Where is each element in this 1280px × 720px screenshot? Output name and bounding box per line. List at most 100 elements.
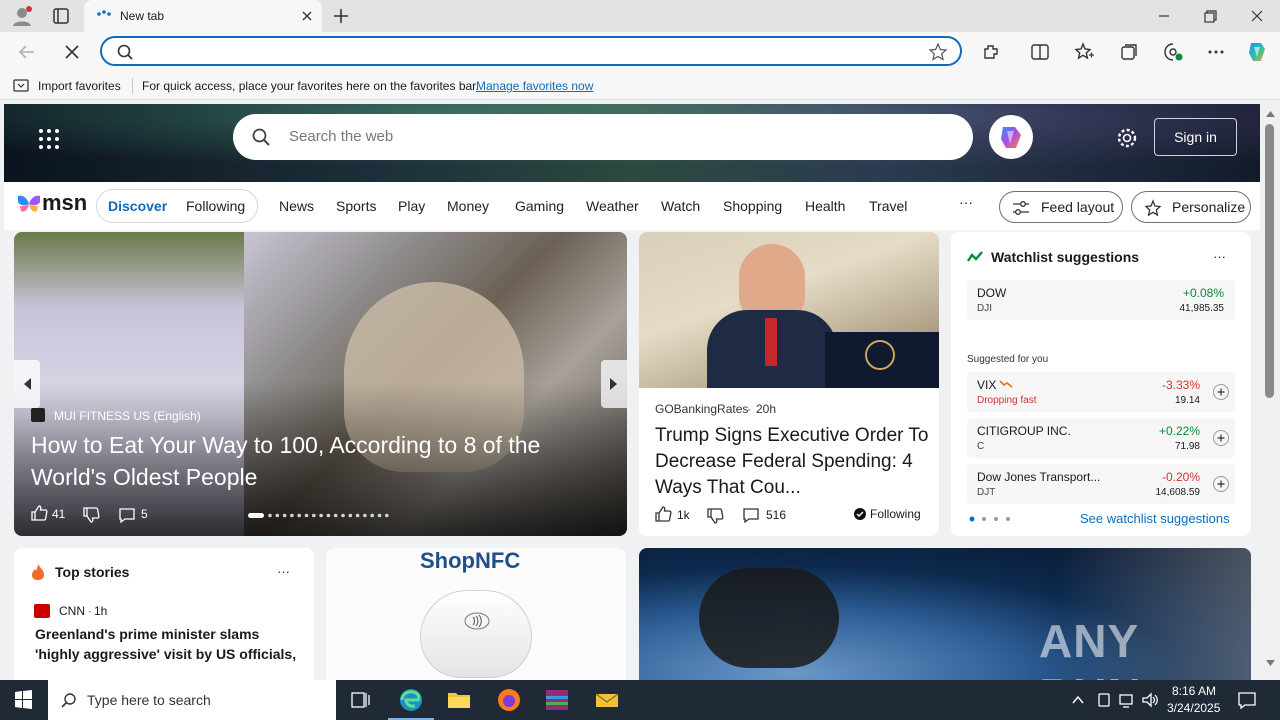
more-options-icon[interactable]	[1205, 41, 1227, 63]
firefox-icon[interactable]	[486, 680, 532, 720]
split-screen-icon[interactable]	[1029, 41, 1051, 63]
page-scrollbar[interactable]	[1261, 100, 1280, 680]
device-icon[interactable]	[1095, 691, 1113, 709]
mail-app-icon[interactable]	[584, 680, 630, 720]
like-icon[interactable]	[30, 504, 48, 522]
workspaces-icon[interactable]	[48, 4, 74, 28]
comment-icon[interactable]	[118, 506, 136, 524]
nav-play[interactable]: Play	[398, 198, 425, 214]
carousel-headline[interactable]: How to Eat Your Way to 100, According to…	[31, 429, 611, 493]
favorite-star-icon[interactable]	[928, 42, 948, 62]
ad-card[interactable]: ShopNFC	[326, 548, 626, 680]
nav-sports[interactable]: Sports	[336, 198, 376, 214]
nav-more-button[interactable]: ···	[959, 194, 973, 210]
stock-row-vix[interactable]: VIX Dropping fast -3.33% 19.14	[967, 372, 1235, 412]
see-watchlist-link[interactable]: See watchlist suggestions	[1080, 511, 1230, 526]
story-source[interactable]: CNN	[59, 604, 85, 618]
edge-taskbar-icon[interactable]	[388, 680, 434, 720]
add-stock-icon[interactable]	[1213, 384, 1229, 400]
minimize-icon[interactable]	[1152, 8, 1176, 24]
tab-discover[interactable]: Discover	[108, 198, 167, 214]
profile-avatar-icon[interactable]	[8, 4, 36, 28]
sign-in-button[interactable]: Sign in	[1154, 118, 1237, 156]
stock-row-dow[interactable]: DOW DJI +0.08% 41,985.35	[967, 280, 1235, 320]
news-headline[interactable]: Trump Signs Executive Order To Decrease …	[655, 423, 929, 501]
pagination-dot	[275, 513, 280, 518]
close-window-icon[interactable]	[1245, 6, 1269, 26]
winrar-icon[interactable]	[534, 680, 580, 720]
clock-date[interactable]: 3/24/2025	[1167, 701, 1220, 715]
app-launcher-icon[interactable]	[38, 128, 60, 150]
carousel-next-button[interactable]	[601, 360, 627, 408]
personalize-button[interactable]: Personalize	[1131, 191, 1251, 223]
start-button[interactable]	[0, 680, 46, 720]
nav-watch[interactable]: Watch	[661, 198, 700, 214]
copilot-icon[interactable]	[1245, 39, 1271, 65]
add-stock-icon[interactable]	[1213, 430, 1229, 446]
extensions-icon[interactable]	[980, 41, 1002, 63]
stop-loading-icon[interactable]	[61, 41, 83, 63]
image-silhouette	[699, 568, 839, 668]
tab-new-tab[interactable]: New tab	[84, 0, 322, 32]
anyrun-watermark: ANY RUN	[1039, 615, 1141, 680]
address-bar[interactable]	[100, 36, 962, 66]
stock-price: 19.14	[1174, 395, 1200, 406]
scrollbar-thumb[interactable]	[1265, 124, 1274, 398]
nav-health[interactable]: Health	[805, 198, 845, 214]
dislike-icon[interactable]	[82, 506, 100, 524]
network-icon[interactable]	[1118, 691, 1136, 709]
watchlist-more-button[interactable]: ···	[1213, 249, 1226, 264]
import-favorites-button[interactable]: Import favorites	[38, 79, 121, 93]
stock-row-djt[interactable]: Dow Jones Transport... DJT -0.20% 14,608…	[967, 464, 1235, 504]
new-tab-icon[interactable]	[330, 5, 352, 27]
pagination-dot	[348, 513, 353, 518]
favorites-icon[interactable]	[1073, 41, 1095, 63]
carousel-source[interactable]: MUI FITNESS US (English)	[54, 409, 201, 423]
taskbar-search-box[interactable]: Type here to search	[48, 680, 336, 720]
show-hidden-icons-chevron-icon[interactable]	[1070, 692, 1086, 708]
comment-icon[interactable]	[742, 506, 760, 524]
carousel-pagination[interactable]	[242, 512, 398, 520]
tab-following[interactable]: Following	[186, 198, 245, 214]
close-tab-icon[interactable]	[300, 9, 314, 23]
news-card-trump[interactable]: GOBankingRates · 20h Trump Signs Executi…	[639, 232, 939, 536]
news-source[interactable]: GOBankingRates	[655, 402, 748, 416]
stock-price: 71.98	[1174, 441, 1200, 452]
feed-layout-button[interactable]: Feed layout	[999, 191, 1123, 223]
nav-travel[interactable]: Travel	[869, 198, 907, 214]
like-icon[interactable]	[654, 505, 672, 523]
taskbar-search-placeholder: Type here to search	[87, 692, 211, 708]
web-search-input[interactable]: Search the web	[233, 114, 973, 160]
copilot-button[interactable]	[989, 115, 1033, 159]
msn-butterfly-icon[interactable]	[16, 192, 42, 216]
carousel-prev-button[interactable]	[14, 360, 40, 408]
nav-gaming[interactable]: Gaming	[515, 198, 564, 214]
back-icon[interactable]	[16, 41, 38, 63]
add-stock-icon[interactable]	[1213, 476, 1229, 492]
collections-icon[interactable]	[1118, 41, 1140, 63]
task-view-icon[interactable]	[338, 680, 384, 720]
pagination-dot	[326, 513, 331, 518]
nav-news[interactable]: News	[279, 198, 314, 214]
following-button[interactable]: Following	[870, 507, 921, 521]
clock-time[interactable]: 8:16 AM	[1172, 684, 1216, 698]
nav-money[interactable]: Money	[447, 198, 489, 214]
volume-icon[interactable]	[1141, 691, 1159, 709]
dislike-icon[interactable]	[706, 507, 724, 525]
top-stories-more-button[interactable]: ···	[277, 564, 290, 579]
nav-weather[interactable]: Weather	[586, 198, 639, 214]
earth-image-card[interactable]: ANY RUN	[639, 548, 1251, 680]
file-explorer-icon[interactable]	[436, 680, 482, 720]
manage-favorites-link[interactable]: Manage favorites now	[476, 79, 593, 93]
browser-essentials-icon[interactable]	[1162, 41, 1184, 63]
settings-gear-icon[interactable]	[1116, 127, 1138, 149]
restore-icon[interactable]	[1198, 6, 1222, 26]
sliders-icon	[1013, 201, 1029, 215]
stock-row-citigroup[interactable]: CITIGROUP INC. C +0.22% 71.98	[967, 418, 1235, 458]
carousel-card[interactable]: MUI FITNESS US (English) How to Eat Your…	[14, 232, 627, 536]
story-headline[interactable]: Greenland's prime minister slams 'highly…	[35, 624, 299, 664]
notifications-icon[interactable]	[1236, 690, 1258, 710]
watchlist-pagination[interactable]	[969, 516, 1017, 522]
nav-shopping[interactable]: Shopping	[723, 198, 782, 214]
feed-layout-label: Feed layout	[1041, 199, 1115, 215]
